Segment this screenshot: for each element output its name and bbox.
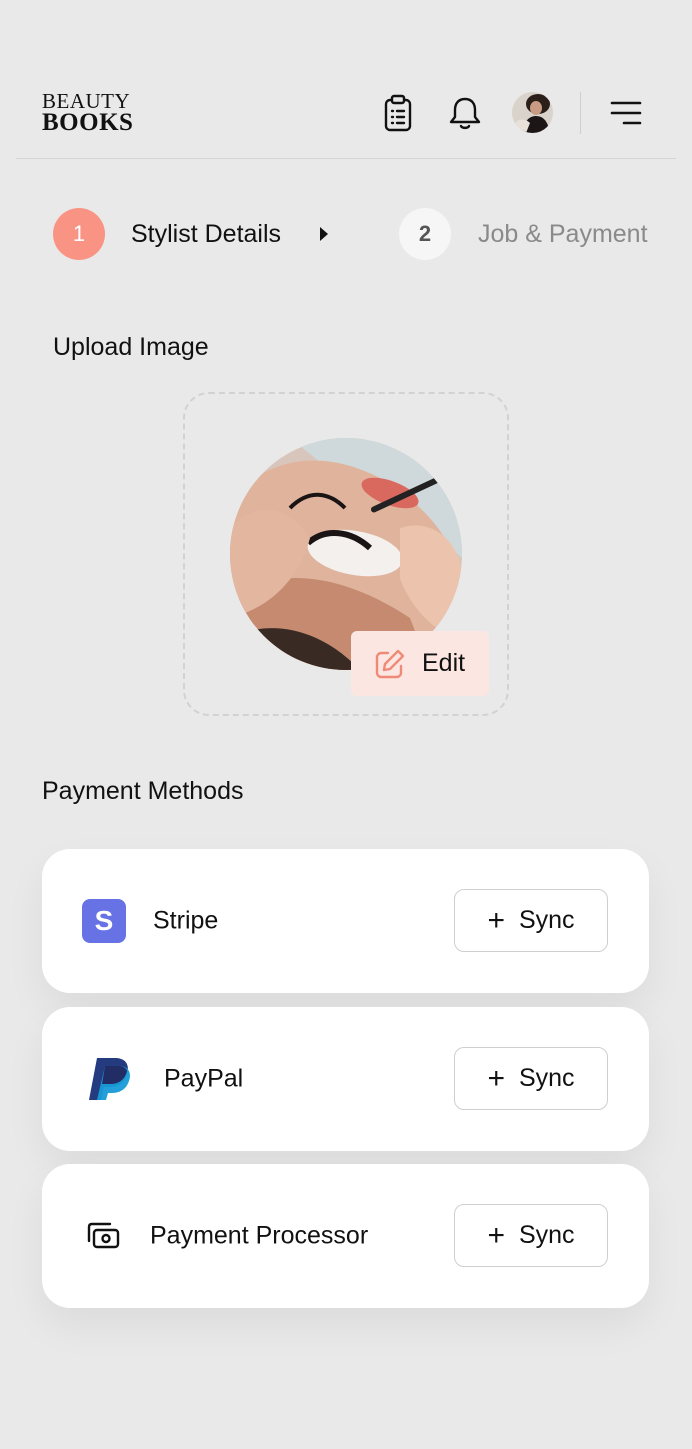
- payment-method-card-stripe: S Stripe + Sync: [42, 849, 649, 993]
- stylist-form-page: BEAUTY BOOKS 1 Stylist Details 2 Job & P…: [0, 0, 692, 1449]
- sync-processor-button[interactable]: + Sync: [454, 1204, 608, 1267]
- stripe-icon: S: [82, 899, 126, 943]
- sync-label: Sync: [518, 1221, 575, 1249]
- clipboard-icon[interactable]: [380, 93, 416, 133]
- payment-processor-icon: [85, 1221, 121, 1251]
- payment-method-name: Stripe: [153, 906, 219, 935]
- plus-icon: +: [487, 1061, 505, 1095]
- sync-label: Sync: [518, 1064, 575, 1092]
- upload-image-title: Upload Image: [53, 333, 209, 361]
- payment-method-name: PayPal: [164, 1064, 244, 1093]
- step-2-label[interactable]: Job & Payment: [478, 218, 648, 250]
- header-divider: [580, 92, 581, 134]
- payment-method-name: Payment Processor: [150, 1221, 369, 1250]
- sync-paypal-button[interactable]: + Sync: [454, 1047, 608, 1110]
- avatar[interactable]: [512, 92, 553, 133]
- edit-label: Edit: [422, 649, 466, 677]
- step-1-label[interactable]: Stylist Details: [131, 218, 281, 250]
- bell-icon[interactable]: [447, 93, 483, 133]
- brand-logo[interactable]: BEAUTY BOOKS: [42, 91, 134, 136]
- plus-icon: +: [487, 903, 505, 937]
- edit-image-button[interactable]: Edit: [351, 631, 489, 696]
- payment-methods-title: Payment Methods: [42, 777, 244, 805]
- stripe-icon-letter: S: [94, 905, 114, 936]
- top-header: BEAUTY BOOKS: [0, 0, 692, 160]
- menu-icon[interactable]: [608, 93, 644, 133]
- plus-icon: +: [487, 1218, 505, 1252]
- header-separator: [16, 158, 676, 159]
- edit-icon: [375, 649, 405, 678]
- payment-method-card-paypal: PayPal + Sync: [42, 1007, 649, 1151]
- step-1-badge[interactable]: 1: [53, 208, 105, 260]
- caret-right-icon: [318, 226, 330, 242]
- sync-stripe-button[interactable]: + Sync: [454, 889, 608, 952]
- step-2-badge[interactable]: 2: [399, 208, 451, 260]
- paypal-icon: [85, 1056, 133, 1102]
- sync-label: Sync: [518, 906, 575, 934]
- payment-method-card-processor: Payment Processor + Sync: [42, 1164, 649, 1308]
- brand-line2: BOOKS: [42, 109, 134, 136]
